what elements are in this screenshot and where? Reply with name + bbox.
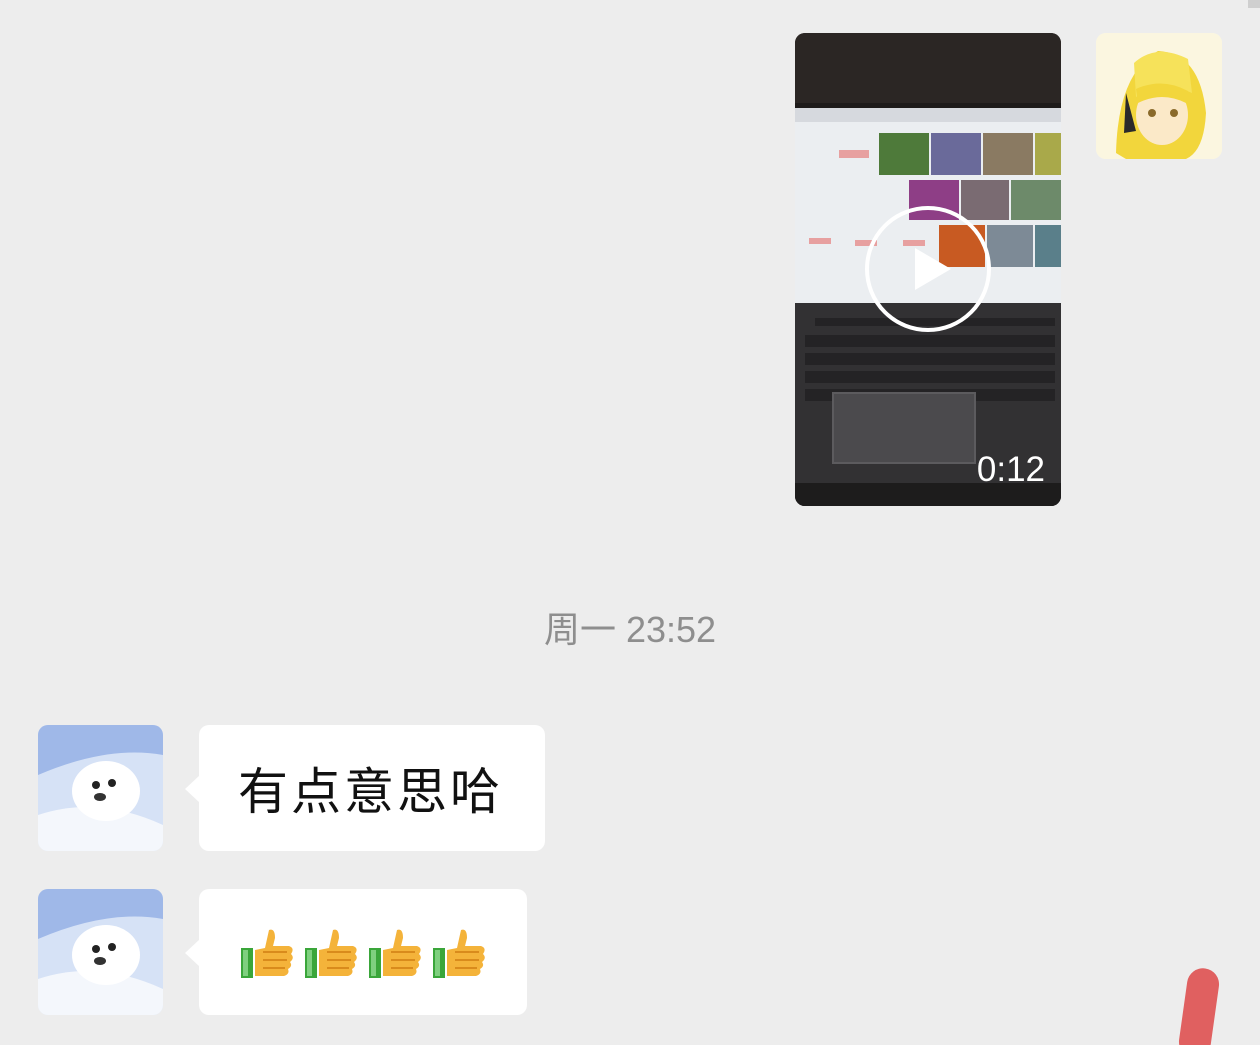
seal-avatar-image bbox=[38, 725, 163, 851]
chat-conversation: 0:12 周一 23:52 有点意思哈 bbox=[0, 0, 1260, 1045]
play-button[interactable] bbox=[865, 206, 991, 332]
thumbs-up-icon bbox=[305, 929, 357, 978]
corner-marker bbox=[1248, 0, 1260, 8]
emoji-message-bubble[interactable] bbox=[185, 889, 527, 1015]
message-text: 有点意思哈 bbox=[238, 763, 503, 821]
video-duration: 0:12 bbox=[976, 450, 1045, 489]
avatar-image bbox=[1096, 33, 1222, 159]
avatar-contact[interactable] bbox=[38, 725, 163, 851]
text-message-bubble[interactable]: 有点意思哈 bbox=[185, 725, 545, 851]
play-icon bbox=[915, 248, 951, 290]
seal-avatar-image bbox=[38, 889, 163, 1015]
thumbs-up-icon bbox=[433, 929, 485, 978]
message-timestamp: 周一 23:52 bbox=[543, 609, 717, 650]
scroll-indicator[interactable] bbox=[1176, 966, 1222, 1045]
avatar-contact[interactable] bbox=[38, 889, 163, 1015]
thumbs-up-icon bbox=[369, 929, 421, 978]
video-message[interactable]: 0:12 bbox=[795, 33, 1061, 506]
emoji-row bbox=[239, 924, 487, 980]
avatar-self[interactable] bbox=[1096, 33, 1222, 159]
thumbs-up-icon bbox=[241, 929, 293, 978]
